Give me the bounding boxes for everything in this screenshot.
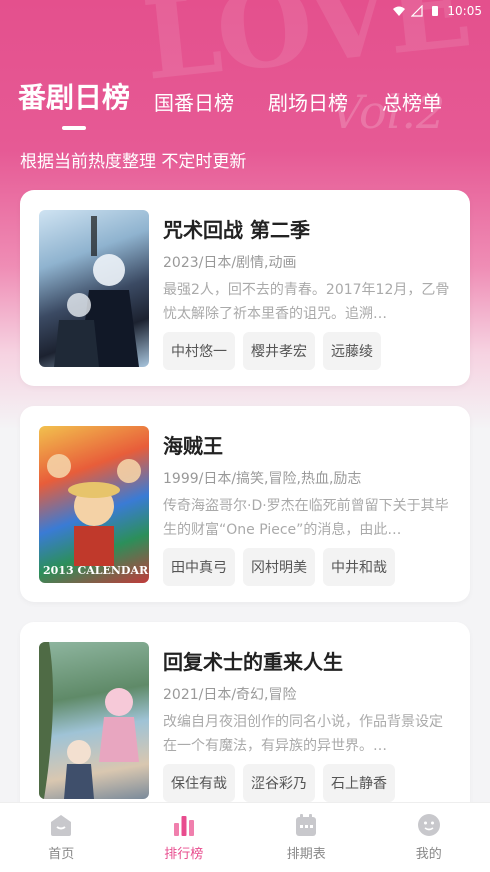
anime-description: 改编自月夜泪创作的同名小说，作品背景设定在一个有魔法，有异族的异世界。… [163, 714, 443, 754]
battery-icon [432, 6, 439, 16]
tab-domestic-daily[interactable]: 国番日榜 [154, 87, 234, 124]
anime-description: 最强2人，回不去的青春。2017年12月，乙骨忧太解除了祈本里香的诅咒。追溯… [163, 282, 450, 322]
poster-art [54, 216, 139, 367]
poster-art [39, 642, 139, 799]
cast-tag[interactable]: 中村悠一 [163, 332, 235, 370]
nav-ranking[interactable]: 排行榜 [123, 803, 246, 872]
anime-meta: 2023/日本/剧情,动画 [163, 255, 297, 271]
cast-tag[interactable]: 石上静香 [323, 764, 395, 802]
profile-icon [417, 814, 440, 836]
anime-title: 回复术士的重来人生 [163, 650, 343, 674]
nav-schedule[interactable]: 排期表 [245, 803, 368, 872]
signal-icon [411, 5, 424, 17]
cast-tag[interactable]: 远藤绫 [323, 332, 381, 370]
poster-image: 2013 CALENDAR [39, 426, 149, 583]
tab-overall[interactable]: 总榜单 [382, 87, 442, 124]
anime-card[interactable]: 咒术回战 第二季 2023/日本/剧情,动画 最强2人，回不去的青春。2017年… [20, 190, 470, 386]
anime-description: 传奇海盗哥尔·D·罗杰在临死前曾留下关于其毕生的财富“One Piece”的消息… [163, 498, 449, 538]
nav-label: 排行榜 [164, 847, 204, 862]
poster-image [39, 642, 149, 799]
poster-image [39, 210, 149, 367]
tab-label: 国番日榜 [154, 91, 235, 115]
nav-label: 排期表 [286, 847, 326, 862]
tab-label: 剧场日榜 [268, 91, 349, 115]
bottom-navigation: 首页 排行榜 排期表 我的 [0, 802, 490, 872]
ranking-tabs: 番剧日榜 国番日榜 剧场日榜 总榜单 [18, 64, 472, 130]
anime-card[interactable]: 回复术士的重来人生 2021/日本/奇幻,冒险 改编自月夜泪创作的同名小说，作品… [20, 622, 470, 818]
tab-label: 总榜单 [382, 91, 443, 115]
nav-label: 首页 [48, 847, 75, 862]
cast-tag[interactable]: 中井和哉 [323, 548, 395, 586]
poster-art [47, 454, 141, 566]
tab-anime-daily[interactable]: 番剧日榜 [18, 76, 131, 130]
tab-label: 番剧日榜 [18, 81, 131, 114]
anime-title: 海贼王 [163, 434, 223, 458]
tab-active-indicator [62, 126, 86, 130]
cast-tag[interactable]: 田中真弓 [163, 548, 235, 586]
status-time: 10:05 [447, 4, 482, 18]
cast-tag[interactable]: 樱井孝宏 [243, 332, 315, 370]
status-bar: 10:05 [0, 0, 490, 22]
anime-meta: 2021/日本/奇幻,冒险 [163, 687, 297, 703]
ranking-list: 咒术回战 第二季 2023/日本/剧情,动画 最强2人，回不去的青春。2017年… [20, 190, 470, 838]
tab-theater-daily[interactable]: 剧场日榜 [268, 87, 348, 124]
ranking-icon [173, 816, 194, 836]
cast-tag[interactable]: 冈村明美 [243, 548, 315, 586]
anime-card[interactable]: 2013 CALENDAR 海贼王 1999/日本/搞笑,冒险,热血,励志 传奇… [20, 406, 470, 602]
cast-tags: 中村悠一 樱井孝宏 远藤绫 [163, 332, 381, 370]
cast-tags: 田中真弓 冈村明美 中井和哉 [163, 548, 395, 586]
cast-tags: 保住有哉 涩谷彩乃 石上静香 [163, 764, 395, 802]
nav-label: 我的 [415, 847, 442, 862]
anime-meta: 1999/日本/搞笑,冒险,热血,励志 [163, 471, 362, 487]
ranking-subtitle: 根据当前热度整理 不定时更新 [20, 152, 247, 172]
anime-title: 咒术回战 第二季 [163, 218, 310, 242]
nav-home[interactable]: 首页 [0, 803, 123, 872]
wifi-icon [393, 6, 406, 16]
poster-caption: 2013 CALENDAR [43, 564, 149, 577]
home-icon [51, 815, 72, 836]
nav-profile[interactable]: 我的 [368, 803, 490, 872]
calendar-icon [296, 814, 317, 836]
cast-tag[interactable]: 保住有哉 [163, 764, 235, 802]
cast-tag[interactable]: 涩谷彩乃 [243, 764, 315, 802]
